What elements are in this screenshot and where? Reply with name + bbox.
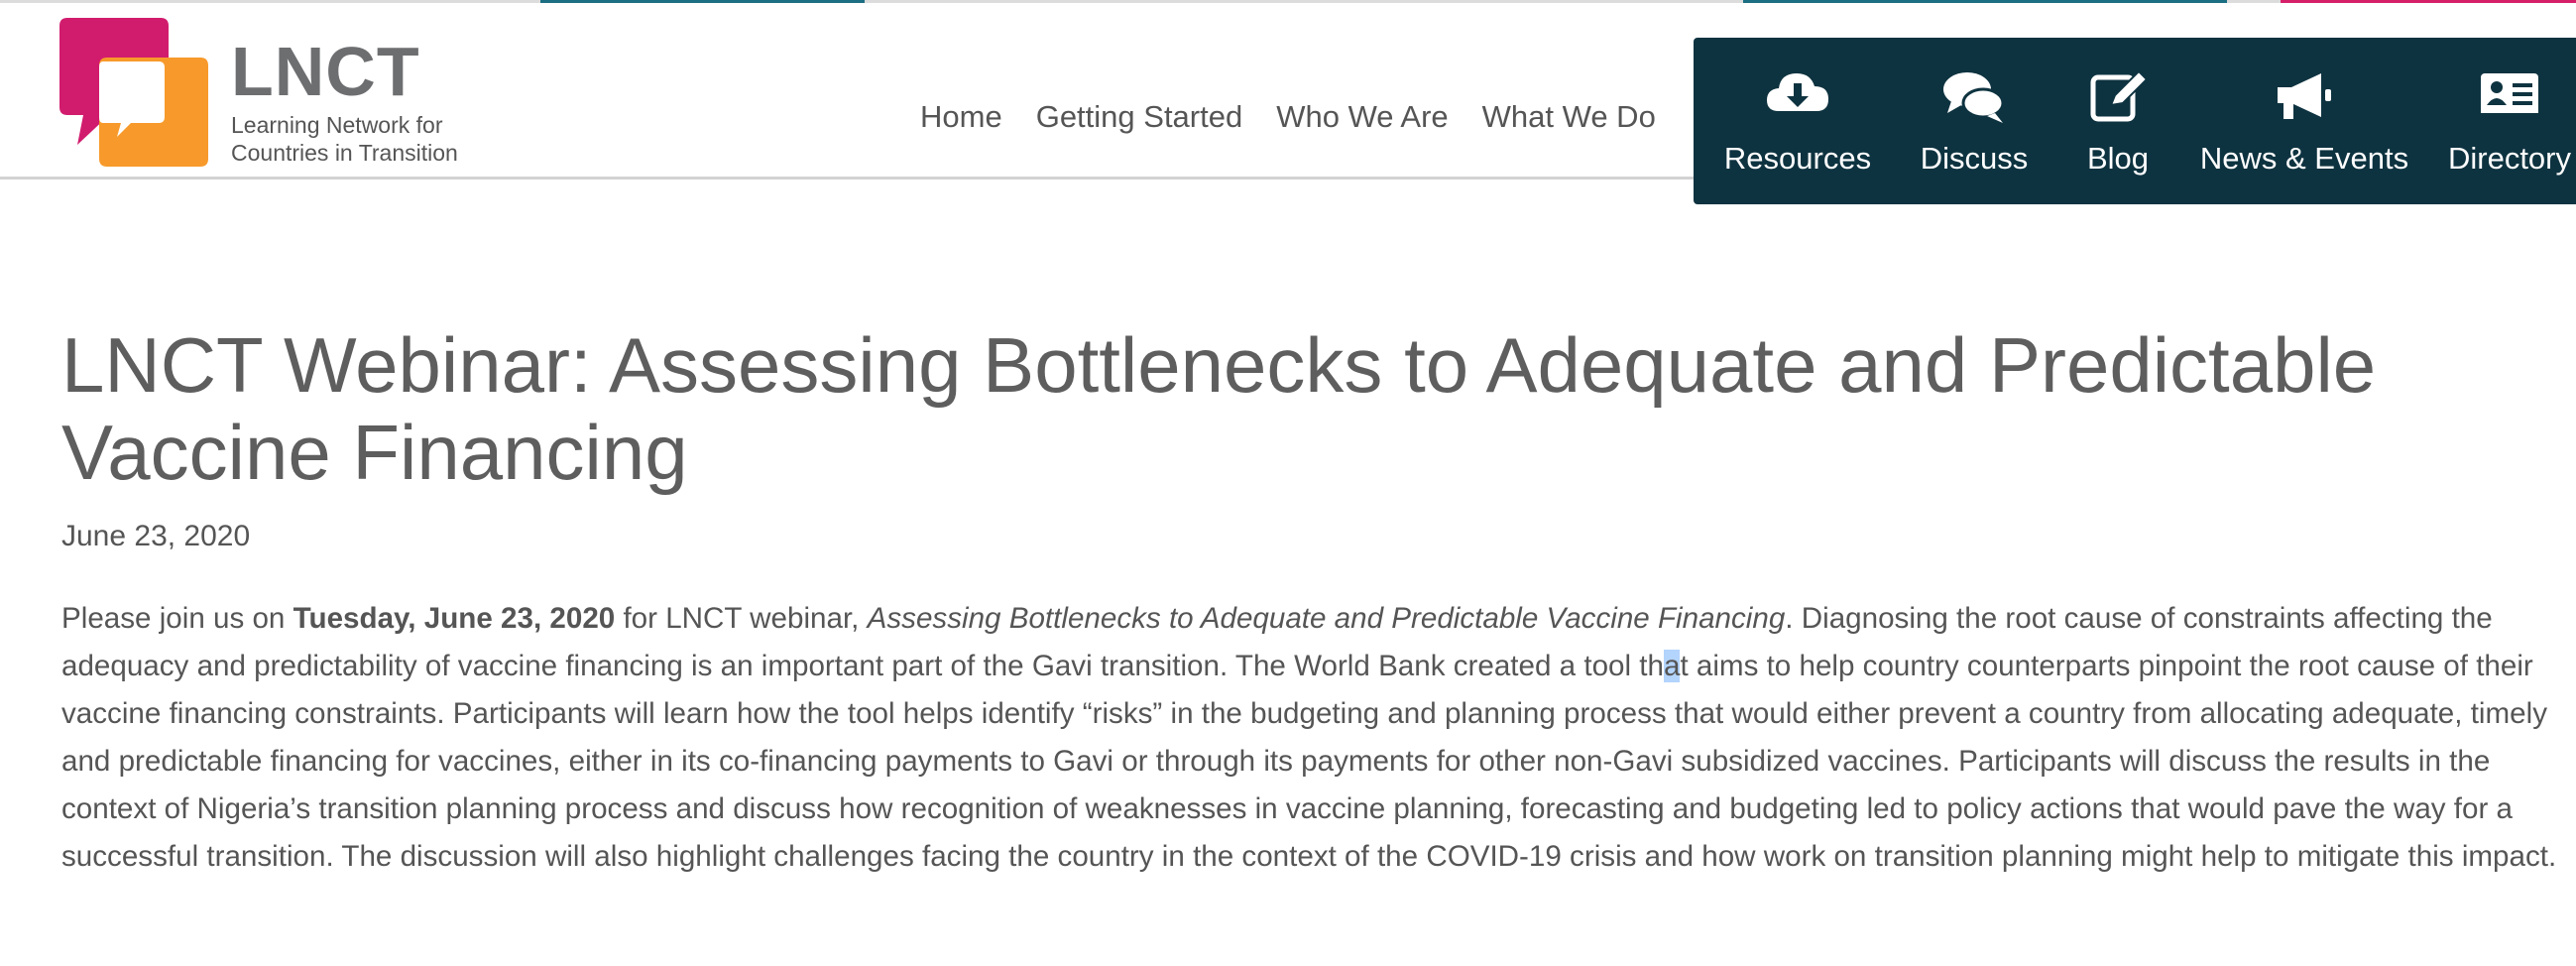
- article-body: Please join us on Tuesday, June 23, 2020…: [61, 595, 2576, 881]
- nav-blog[interactable]: Blog: [2058, 38, 2177, 204]
- nav-discuss[interactable]: Discuss: [1900, 38, 2049, 204]
- nav-who-we-are[interactable]: Who We Are: [1276, 99, 1448, 135]
- nav-news-events-label: News & Events: [2199, 141, 2409, 176]
- site-logo[interactable]: LNCT Learning Network for Countries in T…: [59, 18, 466, 167]
- chat-bubbles-icon: [1943, 72, 2005, 123]
- megaphone-icon: [2278, 73, 2331, 119]
- nav-home[interactable]: Home: [920, 99, 1002, 135]
- edit-icon: [2090, 69, 2149, 122]
- nav-what-we-do[interactable]: What We Do: [1482, 99, 1656, 135]
- nav-discuss-label: Discuss: [1920, 141, 2029, 176]
- logo-subtitle-line2: Countries in Transition: [231, 140, 458, 166]
- nav-blog-label: Blog: [2086, 141, 2150, 176]
- nav-news-events[interactable]: News & Events: [2185, 38, 2423, 204]
- nav-directory-label: Directory: [2447, 141, 2571, 176]
- contact-card-icon: [2481, 73, 2538, 119]
- nav-directory[interactable]: Directory: [2435, 38, 2576, 204]
- logo-subtitle-line1: Learning Network for: [231, 112, 443, 138]
- body-date-bold: Tuesday, June 23, 2020: [293, 602, 616, 635]
- nav-getting-started[interactable]: Getting Started: [1036, 99, 1243, 135]
- speech-bubbles-logo-icon: [59, 18, 208, 167]
- nav-resources[interactable]: Resources: [1713, 38, 1882, 204]
- body-intro: Please join us on: [61, 602, 293, 635]
- nav-resources-label: Resources: [1723, 141, 1872, 176]
- body-webinar-title: Assessing Bottlenecks to Adequate and Pr…: [867, 602, 1786, 635]
- header-divider: [0, 177, 1698, 180]
- body-mid: for LNCT webinar,: [615, 602, 868, 635]
- page-title: LNCT Webinar: Assessing Bottlenecks to A…: [61, 321, 2377, 496]
- utility-nav: Resources Discuss Blog News & Events Dir…: [1694, 38, 2576, 204]
- cloud-download-icon: [1767, 73, 1828, 111]
- main-nav: Home Getting Started Who We Are What We …: [920, 99, 1656, 135]
- logo-wordmark: LNCT Learning Network for Countries in T…: [231, 32, 469, 167]
- post-date: June 23, 2020: [61, 520, 251, 552]
- body-text-b: t aims to help country counterparts pinp…: [61, 650, 2557, 873]
- logo-title: LNCT: [231, 33, 420, 110]
- text-selection-highlight: a: [1663, 650, 1681, 682]
